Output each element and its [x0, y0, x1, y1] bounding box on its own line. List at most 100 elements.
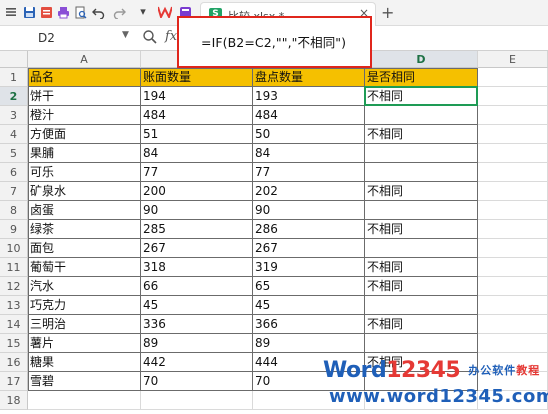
cell-a16[interactable]: 糖果 [28, 353, 141, 372]
cell-d1[interactable]: 是否相同 [365, 68, 478, 87]
cell-c14[interactable]: 366 [253, 315, 365, 334]
column-header-d[interactable]: D [365, 51, 478, 68]
cell-b1[interactable]: 账面数量 [141, 68, 253, 87]
cell-e9[interactable] [478, 220, 548, 239]
cell-e14[interactable] [478, 315, 548, 334]
row-header-11[interactable]: 11 [0, 258, 28, 277]
cell-a11[interactable]: 葡萄干 [28, 258, 141, 277]
cell-b7[interactable]: 200 [141, 182, 253, 201]
formula-text[interactable]: =IF(B2=C2,"","不相同") [201, 32, 346, 51]
cell-c13[interactable]: 45 [253, 296, 365, 315]
cell-c15[interactable]: 89 [253, 334, 365, 353]
cell-b12[interactable]: 66 [141, 277, 253, 296]
cell-c10[interactable]: 267 [253, 239, 365, 258]
menu-icon[interactable] [4, 5, 18, 19]
cell-a12[interactable]: 汽水 [28, 277, 141, 296]
cell-b9[interactable]: 285 [141, 220, 253, 239]
row-header-9[interactable]: 9 [0, 220, 28, 239]
cell-b14[interactable]: 336 [141, 315, 253, 334]
cell-b2[interactable]: 194 [141, 87, 253, 106]
cell-a13[interactable]: 巧克力 [28, 296, 141, 315]
row-header-17[interactable]: 17 [0, 372, 28, 391]
row-header-6[interactable]: 6 [0, 163, 28, 182]
cell-e5[interactable] [478, 144, 548, 163]
cell-a9[interactable]: 绿茶 [28, 220, 141, 239]
redo-icon[interactable] [112, 5, 126, 19]
cell-a7[interactable]: 矿泉水 [28, 182, 141, 201]
cell-b15[interactable]: 89 [141, 334, 253, 353]
name-box[interactable]: D2 [8, 29, 126, 48]
cell-c4[interactable]: 50 [253, 125, 365, 144]
cell-a18[interactable] [28, 391, 141, 410]
cell-e2[interactable] [478, 87, 548, 106]
print-preview-icon[interactable] [73, 5, 87, 19]
row-header-1[interactable]: 1 [0, 68, 28, 87]
cell-a8[interactable]: 卤蛋 [28, 201, 141, 220]
cell-a6[interactable]: 可乐 [28, 163, 141, 182]
row-header-4[interactable]: 4 [0, 125, 28, 144]
print-icon[interactable] [56, 5, 70, 19]
cell-a10[interactable]: 面包 [28, 239, 141, 258]
cell-c5[interactable]: 84 [253, 144, 365, 163]
row-header-2[interactable]: 2 [0, 87, 28, 106]
cell-c6[interactable]: 77 [253, 163, 365, 182]
row-header-3[interactable]: 3 [0, 106, 28, 125]
save-icon[interactable] [22, 5, 36, 19]
fx-icon[interactable]: fx [165, 29, 177, 44]
row-header-5[interactable]: 5 [0, 144, 28, 163]
cell-c9[interactable]: 286 [253, 220, 365, 239]
cell-a17[interactable]: 雪碧 [28, 372, 141, 391]
cell-a14[interactable]: 三明治 [28, 315, 141, 334]
cell-c8[interactable]: 90 [253, 201, 365, 220]
cell-c11[interactable]: 319 [253, 258, 365, 277]
cell-a1[interactable]: 品名 [28, 68, 141, 87]
cell-d10[interactable] [365, 239, 478, 258]
cell-b11[interactable]: 318 [141, 258, 253, 277]
cell-d2[interactable]: 不相同 [365, 87, 478, 106]
cell-e10[interactable] [478, 239, 548, 258]
cell-d14[interactable]: 不相同 [365, 315, 478, 334]
row-header-15[interactable]: 15 [0, 334, 28, 353]
cell-e13[interactable] [478, 296, 548, 315]
row-header-16[interactable]: 16 [0, 353, 28, 372]
undo-icon[interactable] [91, 5, 105, 19]
cell-c12[interactable]: 65 [253, 277, 365, 296]
cell-b4[interactable]: 51 [141, 125, 253, 144]
cell-b10[interactable]: 267 [141, 239, 253, 258]
select-all-corner[interactable] [0, 51, 28, 68]
cell-e15[interactable] [478, 334, 548, 353]
cell-e6[interactable] [478, 163, 548, 182]
export-pdf-icon[interactable] [39, 5, 53, 19]
customize-toolbar-icon[interactable]: ▾ [136, 5, 150, 19]
chevron-down-icon[interactable]: ▼ [122, 30, 129, 40]
new-tab-button[interactable]: + [381, 3, 394, 22]
cell-e1[interactable] [478, 68, 548, 87]
cell-c2[interactable]: 193 [253, 87, 365, 106]
cell-c3[interactable]: 484 [253, 106, 365, 125]
cell-d8[interactable] [365, 201, 478, 220]
row-header-8[interactable]: 8 [0, 201, 28, 220]
cell-e11[interactable] [478, 258, 548, 277]
row-header-10[interactable]: 10 [0, 239, 28, 258]
cell-c7[interactable]: 202 [253, 182, 365, 201]
cell-d9[interactable]: 不相同 [365, 220, 478, 239]
cell-b8[interactable]: 90 [141, 201, 253, 220]
cell-b18[interactable] [141, 391, 253, 410]
cell-b3[interactable]: 484 [141, 106, 253, 125]
column-header-e[interactable]: E [478, 51, 548, 68]
cell-a5[interactable]: 果脯 [28, 144, 141, 163]
row-header-12[interactable]: 12 [0, 277, 28, 296]
cell-a2[interactable]: 饼干 [28, 87, 141, 106]
cell-e3[interactable] [478, 106, 548, 125]
cell-d4[interactable]: 不相同 [365, 125, 478, 144]
cell-d12[interactable]: 不相同 [365, 277, 478, 296]
zoom-icon[interactable] [142, 29, 158, 45]
cell-e12[interactable] [478, 277, 548, 296]
cell-d13[interactable] [365, 296, 478, 315]
cell-e8[interactable] [478, 201, 548, 220]
cell-b5[interactable]: 84 [141, 144, 253, 163]
cell-b17[interactable]: 70 [141, 372, 253, 391]
cell-d6[interactable] [365, 163, 478, 182]
cell-b13[interactable]: 45 [141, 296, 253, 315]
cell-a4[interactable]: 方便面 [28, 125, 141, 144]
